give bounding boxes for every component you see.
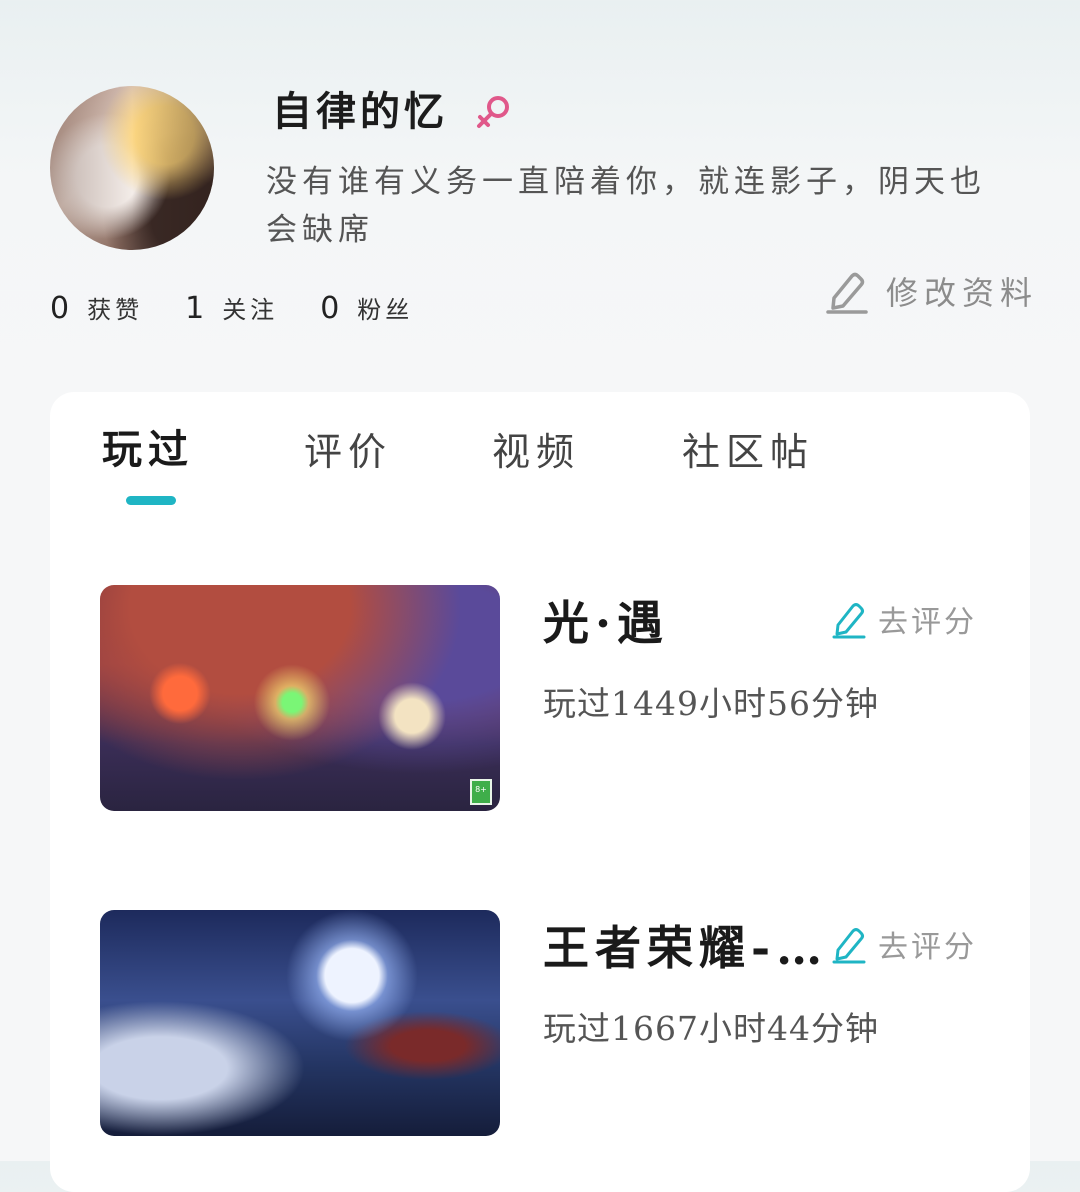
edit-profile-button[interactable]: 修改资料 [826,268,1038,314]
content-card: 玩过 评价 视频 社区帖 8+ 光·遇 去评分 玩过1449小时56分钟 王者荣… [50,392,1030,1192]
tab-bar: 玩过 评价 视频 社区帖 [50,392,1030,522]
game-thumbnail[interactable]: 8+ [100,585,500,811]
playtime: 玩过1449小时56分钟 [543,684,879,723]
stat-following[interactable]: 1 关注 [185,290,278,326]
game-thumbnail[interactable] [100,910,500,1136]
game-item[interactable]: 王者荣耀-… 去评分 玩过1667小时44分钟 [100,910,980,1136]
female-gender-icon [477,96,509,128]
rate-game-button[interactable]: 去评分 [832,597,977,641]
age-rating-badge: 8+ [470,779,492,805]
edit-pencil-icon [832,928,866,964]
stat-followers-count: 0 [320,291,340,326]
tab-videos[interactable]: 视频 [492,426,580,478]
stat-followers[interactable]: 0 粉丝 [320,290,413,326]
game-item[interactable]: 8+ 光·遇 去评分 玩过1449小时56分钟 [100,585,980,811]
tab-community-posts[interactable]: 社区帖 [682,426,814,478]
rate-game-button[interactable]: 去评分 [832,922,977,966]
game-title[interactable]: 王者荣耀-… [543,918,833,978]
stat-likes-label: 获赞 [87,296,144,324]
username: 自律的忆 [272,88,448,135]
profile-bio: 没有谁有义务一直陪着你，就连影子，阴天也会缺席 [266,164,986,248]
stat-likes[interactable]: 0 获赞 [50,290,143,326]
profile-stats: 0 获赞 1 关注 0 粉丝 [50,290,455,326]
avatar[interactable] [50,86,214,250]
edit-pencil-icon [826,272,868,314]
playtime: 玩过1667小时44分钟 [543,1009,879,1048]
stat-following-count: 1 [185,291,205,326]
active-tab-indicator [126,496,176,505]
rate-game-label: 去评分 [878,605,977,640]
stat-followers-label: 粉丝 [357,296,414,324]
tab-played[interactable]: 玩过 [102,424,194,476]
stat-following-label: 关注 [222,296,279,324]
edit-profile-label: 修改资料 [886,274,1039,312]
edit-pencil-icon [832,603,866,639]
tab-reviews[interactable]: 评价 [304,426,392,478]
game-title[interactable]: 光·遇 [543,593,833,653]
stat-likes-count: 0 [50,291,70,326]
rate-game-label: 去评分 [878,930,977,965]
